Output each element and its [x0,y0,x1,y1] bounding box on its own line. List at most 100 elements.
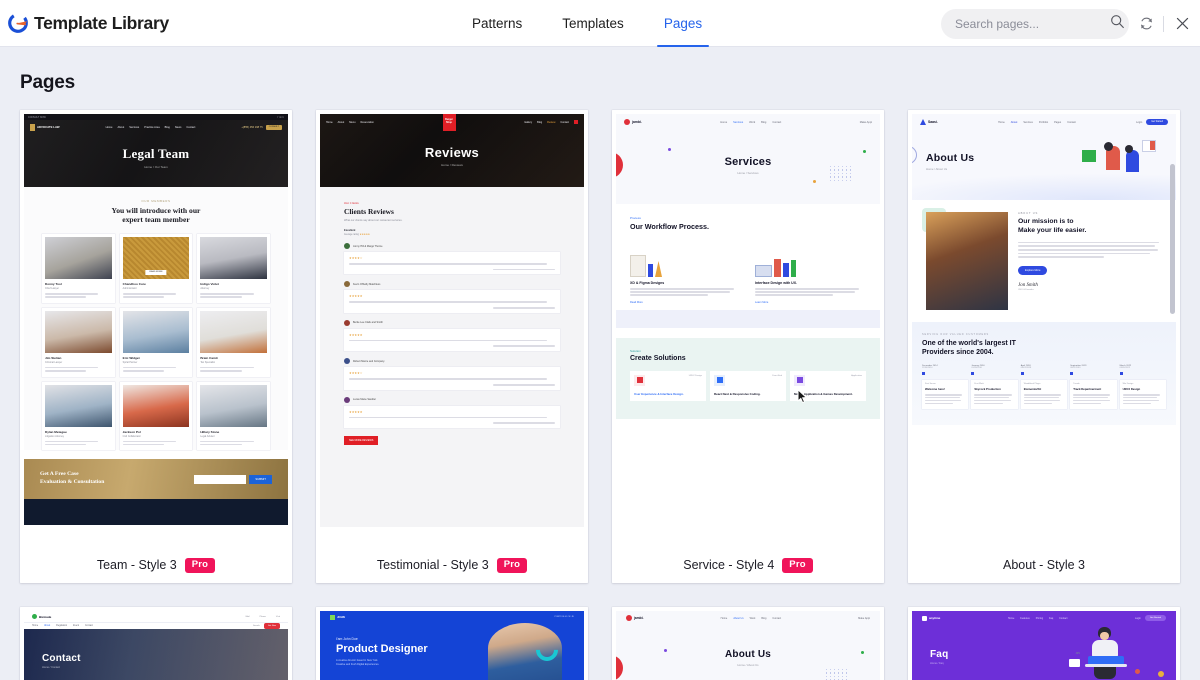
preview-hero-breadcrumb: Home / Contact [42,666,61,669]
preview-eyebrow: ABOUT US [1018,212,1039,215]
tab-patterns[interactable]: Patterns [452,0,542,47]
page-card-label: Service - Style 4 Pro [612,547,884,583]
page-card-about-style-3[interactable]: Saasi. Home About Services Portfolio Pages Co… [908,110,1180,583]
page-card-label: Testimonial - Style 3 Pro [316,547,588,583]
preview-solution-tag: Application [851,374,862,377]
close-icon[interactable] [1164,0,1200,47]
preview-section2-heading: Create Solutions [630,354,686,362]
page-preview-thumbnail[interactable]: JOHN PORTFOLIO OF JD I'am John Doe Produ… [316,607,588,680]
preview-hero-title: Services [724,155,772,168]
page-card-portfolio-style-1[interactable]: JOHN PORTFOLIO OF JD I'am John Doe Produ… [316,607,588,680]
preview-member-role: Criminal Lawyer [45,360,63,364]
preview-solution-card: UI/UX Design User Experience & Interface… [630,370,706,401]
preview-member-role: Legal Advisor [200,434,215,438]
preview-review-author: Kevin O'Reilly Matchless [353,282,381,286]
search-icon[interactable] [1110,14,1125,34]
preview-timeline-item: March 2022 03/05/2022 Win Design UI/UX D… [1119,365,1166,409]
brand: Template Library [0,11,169,35]
page-card-service-style-4[interactable]: jambi. Home Services Work Blog Contact Make … [612,110,884,583]
preview-phone: +(855) 456 168 75 [241,125,263,129]
tab-pages[interactable]: Pages [644,0,722,47]
preview-solution-card: Front End React Next & Responsive Coding… [710,370,786,401]
preview-hero-breadcrumb: Home / Our Team [144,165,168,169]
page-card-label: About - Style 3 [908,547,1180,583]
header-actions [941,0,1200,47]
preview-signature-name: Jon Smith [1018,283,1038,289]
preview-hero-title: About Us [926,152,975,164]
preview-member-role: Litigation Attorney [45,434,65,438]
preview-member-card: Eric Widget Sprial Partner [119,307,193,377]
preview-contact: Make Appt [859,120,872,124]
preview-timeline-item: April 2018 04/02/2018 Woodblock Plugin E… [1020,365,1068,409]
preview-process-item: Interface Design with UX. Learn More [755,243,866,304]
page-preview-thumbnail[interactable]: Saasi. Home About Services Portfolio Pages Co… [908,110,1180,547]
preview-member-role: Administrator [122,286,137,290]
page-preview-thumbnail[interactable]: CONSULT NOW f t in b ADVOCATE LAW Home Ab… [20,110,292,547]
preview-review-author: Bertie Lee Clark and Smith [353,321,383,325]
preview-member-name: Jackson Pol [122,429,141,434]
pro-badge: Pro [184,557,216,573]
preview-eyebrow: OUR MEMBERS [141,199,171,203]
preview-cta-line2: Evaluation & Consultation [40,479,105,486]
search-box[interactable] [941,8,1129,39]
preview-brand: JOHN [337,615,345,619]
page-card-testimonial-style-3[interactable]: Home About Menu Reservation Burger Shop Gall… [316,110,588,583]
preview-solution-tag: Front End [772,374,782,377]
refresh-icon[interactable] [1129,0,1163,47]
preview-cta: Get Started [1144,615,1166,621]
preview-member-card: Brain Camit Tax Specialist [197,307,270,377]
page-card-title: Team - Style 3 [96,558,177,572]
preview-member-name: Jim Stelian [45,355,62,360]
preview-hero-breadcrumb: Home / Faq [930,662,944,665]
preview-member-name: Donny Tool [45,281,62,286]
preview-login: Login [1134,616,1141,620]
preview-solution-title: Mobile Application & Games Development. [794,391,853,396]
gutenberg-g-icon [7,11,31,35]
preview-heading-1: Our mission is to [1018,218,1074,225]
preview-timeline-item: September 2019 09/21/2019 Trends Track D… [1070,365,1117,409]
page-preview-thumbnail[interactable]: anytime Home Features Pricing Faq Contact Lo… [908,607,1180,680]
preview-heading: Clients Reviews [344,207,394,216]
page-card-label: Team - Style 3 Pro [20,547,292,583]
search-input[interactable] [955,16,1110,31]
page-card-faq-style-1[interactable]: anytime Home Features Pricing Faq Contact Lo… [908,607,1180,680]
preview-hero-title: About Us [724,649,772,660]
preview-brand: jambi. [634,616,644,620]
preview-scrollbar[interactable] [1170,164,1175,314]
page-preview-thumbnail[interactable]: Home About Menu Reservation Burger Shop Gall… [316,110,588,547]
preview-hero-breadcrumb: Home / About Us [926,167,948,171]
preview-process-link: Read More [630,300,643,304]
page-card-contact-style-2[interactable]: Bizmade Mail Phone Visit Home About Regulati… [20,607,292,680]
page-card-title: Service - Style 4 [683,558,775,572]
preview-contact: Make Appt [858,616,870,620]
pages-grid: CONSULT NOW f t in b ADVOCATE LAW Home Ab… [0,94,1200,680]
pro-badge: Pro [782,557,813,573]
preview-brand: anytime [929,616,941,620]
preview-member-name: Eric Widget [122,355,140,360]
preview-signature-role: CEO & Founder [1018,289,1034,292]
preview-hero-breadcrumb: Home / Services [737,170,759,175]
preview-section2-line2: Providers since 2004. [922,349,994,357]
page-preview-thumbnail[interactable]: jambi. Home Services Work Blog Contact Make … [612,110,884,547]
preview-member-name: Brain Camit [200,355,218,360]
preview-hero-title: Legal Team [122,146,190,161]
preview-member-role: Sprial Partner [122,360,138,364]
preview-timeline-item: December 2014 12/30/2014 First Server We… [922,365,969,409]
preview-heading: Our Workflow Process. [630,222,709,231]
page-card-team-style-3[interactable]: CONSULT NOW f t in b ADVOCATE LAW Home Ab… [20,110,292,583]
preview-brand: Bizmade [39,614,52,619]
tab-templates[interactable]: Templates [542,0,644,47]
preview-brand: Saasi. [928,120,938,124]
page-card-about-style-4[interactable]: jambi. Home About Us Work Blog Contact Make … [612,607,884,680]
page-preview-thumbnail[interactable]: Bizmade Mail Phone Visit Home About Regulati… [20,607,292,680]
preview-member-role: Tax Specialist [200,360,215,364]
preview-rating-value: Average rating [344,234,359,236]
preview-eyebrow: Our Clients [344,201,359,205]
preview-heading-2: Make your life easier. [1018,226,1087,234]
preview-member-name: Chandhoo Cure [122,281,146,286]
preview-footer-button: SEE MORE REVIEWS [344,435,379,445]
preview-review-author: Jonny Hill & Margo Thorne [353,244,383,248]
page-preview-thumbnail[interactable]: jambi. Home About Us Work Blog Contact Make … [612,607,884,680]
preview-member-name: Hillary Stone [200,429,220,434]
preview-review-author: Lucas Mane Sandler [353,398,376,401]
